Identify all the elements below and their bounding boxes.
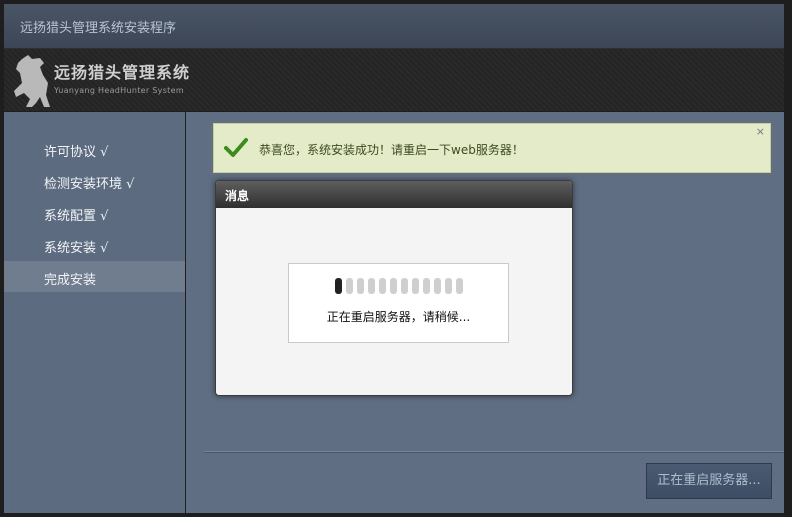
loader-segment <box>335 278 342 294</box>
sidebar-item-env-check[interactable]: 检测安装环境 √ <box>4 165 185 196</box>
loader-segment <box>379 278 386 294</box>
sidebar-item-label: 检测安装环境 √ <box>44 177 135 192</box>
header-banner: 远扬猎头管理系统 Yuanyang HeadHunter System <box>4 49 784 111</box>
brand-subtitle: Yuanyang HeadHunter System <box>54 86 184 95</box>
message-dialog: 消息 正在重启服务器，请稍候... <box>215 180 573 396</box>
sidebar-item-complete[interactable]: 完成安装 <box>4 261 185 292</box>
loader-segment <box>434 278 441 294</box>
sidebar-item-label: 系统配置 √ <box>44 209 109 224</box>
loading-text: 正在重启服务器，请稍候... <box>326 310 471 324</box>
dialog-header: 消息 <box>216 181 572 208</box>
installer-window: 远扬猎头管理系统安装程序 远扬猎头管理系统 Yuanyang HeadHunte… <box>0 0 792 517</box>
sidebar-item-label: 系统安装 √ <box>44 241 109 256</box>
loading-panel: 正在重启服务器，请稍候... <box>288 263 509 343</box>
dialog-title: 消息 <box>225 189 250 203</box>
sidebar-item-license[interactable]: 许可协议 √ <box>4 133 185 164</box>
sidebar-item-config[interactable]: 系统配置 √ <box>4 197 185 228</box>
loader-segment <box>401 278 408 294</box>
loading-spinner <box>335 278 465 294</box>
sidebar-item-label: 完成安装 <box>44 273 97 288</box>
footer-divider <box>204 451 784 453</box>
checkmark-icon <box>224 138 248 157</box>
sidebar-item-label: 许可协议 √ <box>44 145 109 160</box>
brand-name: 远扬猎头管理系统 <box>54 63 191 82</box>
title-bar: 远扬猎头管理系统安装程序 <box>4 4 784 49</box>
horse-icon <box>14 55 50 107</box>
loader-segment <box>357 278 364 294</box>
window-title: 远扬猎头管理系统安装程序 <box>20 21 177 36</box>
loader-segment <box>368 278 375 294</box>
sidebar-item-install[interactable]: 系统安装 √ <box>4 229 185 260</box>
loader-segment <box>346 278 353 294</box>
success-alert: 恭喜您，系统安装成功！请重启一下web服务器！ × <box>213 123 771 173</box>
loader-segment <box>445 278 452 294</box>
close-icon[interactable]: × <box>756 125 765 138</box>
loader-segment <box>456 278 463 294</box>
success-message: 恭喜您，系统安装成功！请重启一下web服务器！ <box>259 143 524 157</box>
loader-segment <box>412 278 419 294</box>
loader-segment <box>390 278 397 294</box>
loader-segment <box>423 278 430 294</box>
sidebar: 许可协议 √ 检测安装环境 √ 系统配置 √ 系统安装 √ 完成安装 <box>4 112 185 513</box>
restart-server-button[interactable]: 正在重启服务器... <box>646 463 772 499</box>
